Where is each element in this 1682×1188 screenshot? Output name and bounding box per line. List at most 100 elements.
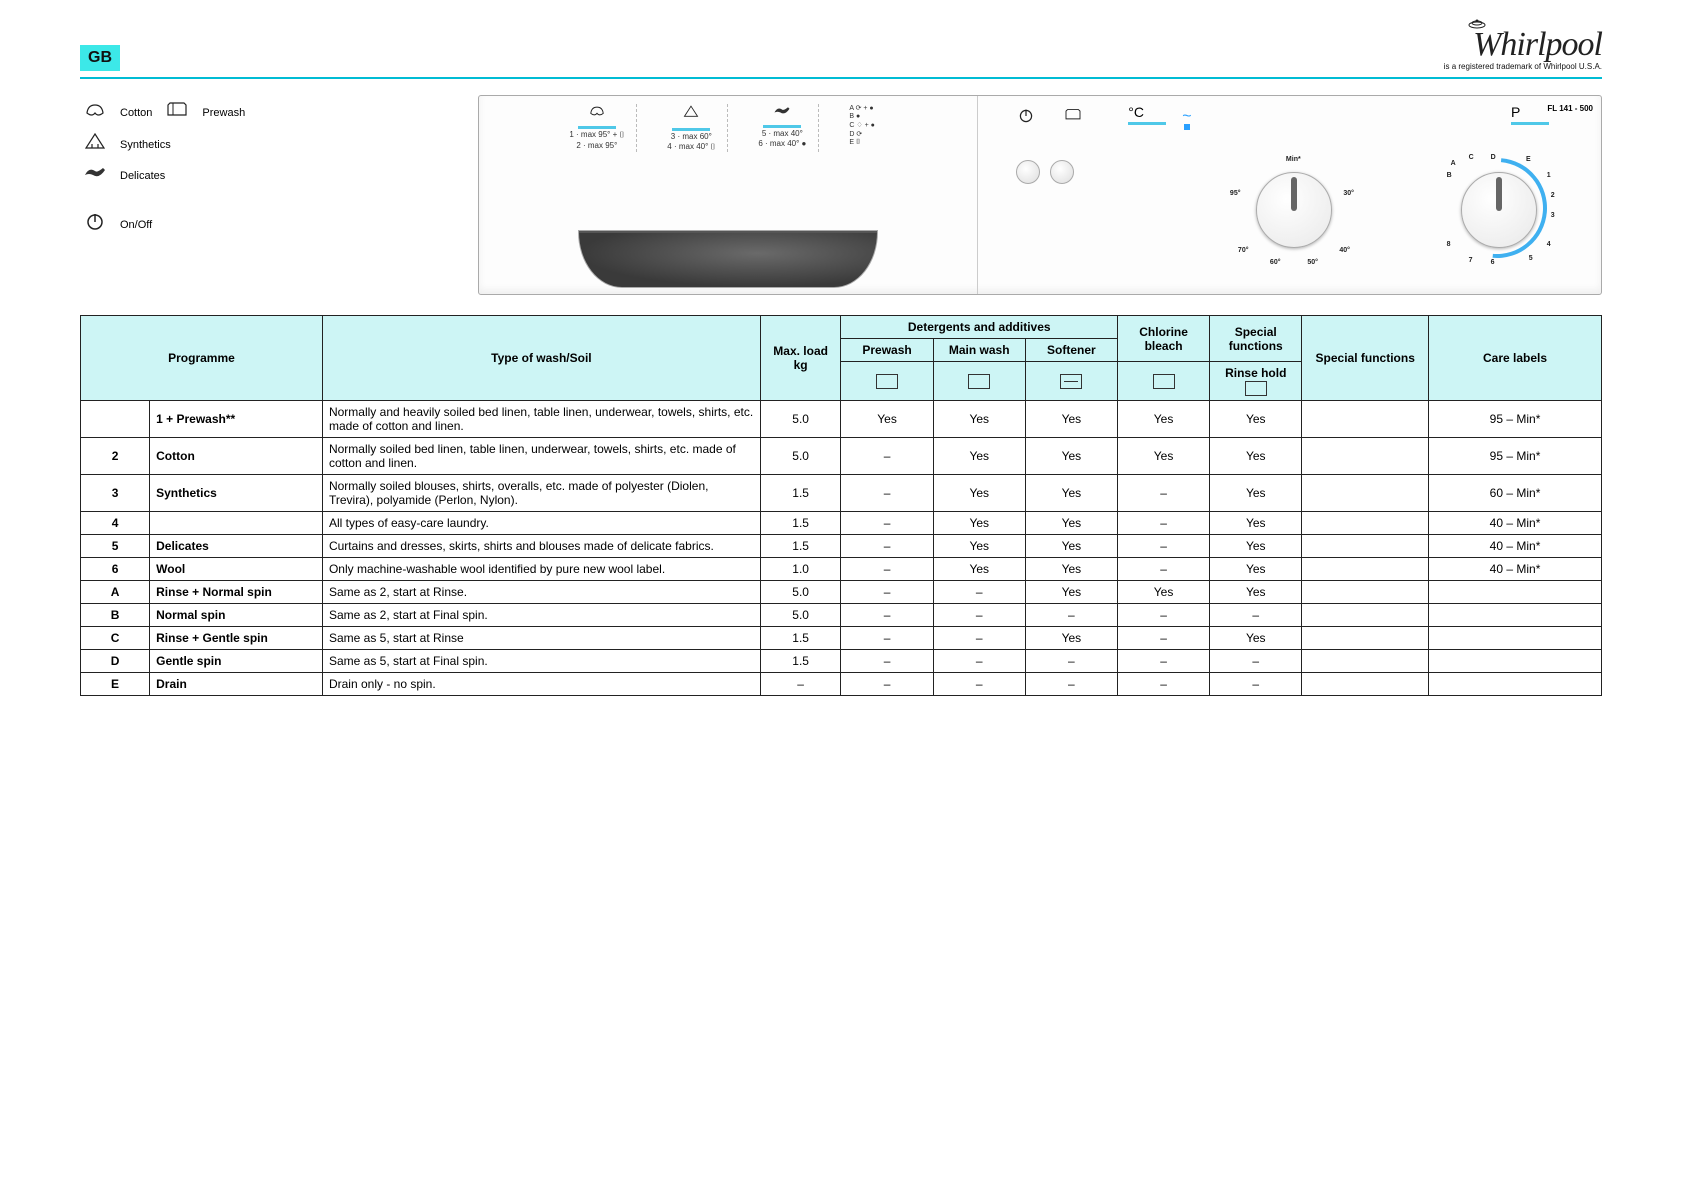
cell-prewash: – — [841, 672, 933, 695]
knob-mark: 95° — [1230, 190, 1241, 197]
cell-rinse: Yes — [1210, 400, 1302, 437]
cell-special — [1302, 672, 1429, 695]
cell-prog-name — [150, 511, 323, 534]
cell-prewash: – — [841, 534, 933, 557]
cell-special — [1302, 557, 1429, 580]
brand-block: Whirlpool is a registered trademark of W… — [1444, 30, 1602, 71]
th-detergents: Detergents and additives — [841, 316, 1118, 339]
th-softener: Softener — [1025, 339, 1117, 362]
top-bar: GB Whirlpool is a registered trademark o… — [80, 30, 1602, 79]
cell-special — [1302, 649, 1429, 672]
rinse-hold-text: Rinse hold — [1225, 366, 1286, 380]
cell-softener: – — [1025, 649, 1117, 672]
cell-desc: Same as 5, start at Final spin. — [322, 649, 760, 672]
cell-prog-name: Delicates — [150, 534, 323, 557]
strip-text: 4 · max 40° ⌷ — [667, 142, 715, 152]
cell-care — [1429, 580, 1602, 603]
strip-col-cotton: 1 · max 95° + ⌷ 2 · max 95° — [569, 104, 637, 152]
cell-softener: Yes — [1025, 437, 1117, 474]
table-row: 4 All types of easy-care laundry. 1.5 – … — [81, 511, 1602, 534]
knob-mark: 50° — [1307, 259, 1318, 266]
strip-col-options: A ⟳ + ● B ● C ♢ + ● D ⟳ E ⌷ — [849, 104, 886, 152]
strip-col-delicates: 5 · max 40° 6 · max 40° ● — [758, 104, 819, 152]
chlorine-icon — [1153, 374, 1175, 389]
cell-rinse: – — [1210, 672, 1302, 695]
th-prewash-icon — [841, 362, 933, 400]
legend-delicates-text: Delicates — [120, 170, 165, 182]
swirl-icon — [1467, 16, 1487, 34]
cell-prewash: – — [841, 474, 933, 511]
strip-text: E ⌷ — [849, 139, 860, 147]
cell-chlorine: – — [1117, 557, 1209, 580]
cell-prog-letter: 6 — [81, 557, 150, 580]
cell-load: 1.5 — [760, 474, 841, 511]
cell-desc: Normally soiled blouses, shirts, overall… — [322, 474, 760, 511]
cell-care — [1429, 649, 1602, 672]
cell-mainwash: – — [933, 580, 1025, 603]
brand-trademark: is a registered trademark of Whirlpool U… — [1444, 63, 1602, 72]
cell-care: 60 – Min* — [1429, 474, 1602, 511]
cell-care — [1429, 672, 1602, 695]
cyan-underline-icon — [578, 126, 616, 129]
th-type-soil: Type of wash/Soil — [322, 316, 760, 400]
cell-prog-name: Wool — [150, 557, 323, 580]
th-care: Care labels — [1429, 316, 1602, 400]
th-chlorine: Chlorine bleach — [1117, 316, 1209, 362]
cell-care: 40 – Min* — [1429, 534, 1602, 557]
dispenser-slot[interactable] — [578, 230, 878, 288]
programme-knob-block: P C D E 1 2 3 4 — [1396, 96, 1601, 294]
cell-rinse: – — [1210, 603, 1302, 626]
knob-mark: 3 — [1551, 212, 1555, 219]
table-row: 2 Cotton Normally soiled bed linen, tabl… — [81, 437, 1602, 474]
softener-icon — [1060, 374, 1082, 389]
th-softener-icon — [1025, 362, 1117, 400]
knob-mark: 60° — [1270, 259, 1281, 266]
cell-care: 40 – Min* — [1429, 511, 1602, 534]
knob-mark: 1 — [1547, 172, 1551, 179]
synthetics-icon — [80, 132, 110, 157]
rinse-hold-icon — [1064, 108, 1082, 130]
page: GB Whirlpool is a registered trademark o… — [0, 0, 1682, 1188]
cell-softener: Yes — [1025, 626, 1117, 649]
table-body: 1 + Prewash** Normally and heavily soile… — [81, 400, 1602, 695]
cell-rinse: Yes — [1210, 511, 1302, 534]
compartment-icon — [876, 374, 898, 389]
detergent-dispenser[interactable] — [479, 160, 977, 294]
knob-mark: 70° — [1238, 247, 1249, 254]
temp-header-text: °C — [1128, 104, 1144, 120]
language-badge: GB — [80, 45, 120, 71]
cell-prog-name: Synthetics — [150, 474, 323, 511]
legend-prewash-text: Prewash — [202, 107, 245, 119]
temperature-knob-block: °C Min* 30° 40° 50° 60° 70° 95° — [1192, 96, 1397, 294]
onoff-button[interactable] — [1016, 160, 1040, 184]
strip-text: 3 · max 60° — [671, 132, 712, 141]
table-row: B Normal spin Same as 2, start at Final … — [81, 603, 1602, 626]
rinse-hold-icon — [1245, 381, 1267, 396]
cell-softener: – — [1025, 603, 1117, 626]
cell-prog-letter: D — [81, 649, 150, 672]
cell-prog-name: Drain — [150, 672, 323, 695]
cell-softener: Yes — [1025, 580, 1117, 603]
cell-softener: Yes — [1025, 474, 1117, 511]
knob-mark: 5 — [1529, 255, 1533, 262]
cell-special — [1302, 437, 1429, 474]
power-icon — [80, 212, 110, 237]
th-mainwash-icon — [933, 362, 1025, 400]
table-row: 1 + Prewash** Normally and heavily soile… — [81, 400, 1602, 437]
cell-prog-letter: 3 — [81, 474, 150, 511]
cell-mainwash: – — [933, 626, 1025, 649]
th-prewash: Prewash — [841, 339, 933, 362]
cell-prewash: – — [841, 626, 933, 649]
cell-load: 1.5 — [760, 649, 841, 672]
cell-care: 95 – Min* — [1429, 437, 1602, 474]
knob-mark: E — [1526, 156, 1531, 163]
table-row: A Rinse + Normal spin Same as 2, start a… — [81, 580, 1602, 603]
cyan-underline-icon — [1128, 122, 1166, 125]
cell-prewash: – — [841, 580, 933, 603]
strip-text: A ⟳ + ● — [849, 104, 873, 112]
strip-text: 5 · max 40° — [762, 129, 803, 138]
cyan-underline-icon — [1511, 122, 1549, 125]
cell-prog-name: Cotton — [150, 437, 323, 474]
cell-chlorine: Yes — [1117, 580, 1209, 603]
rinse-hold-button[interactable] — [1050, 160, 1074, 184]
